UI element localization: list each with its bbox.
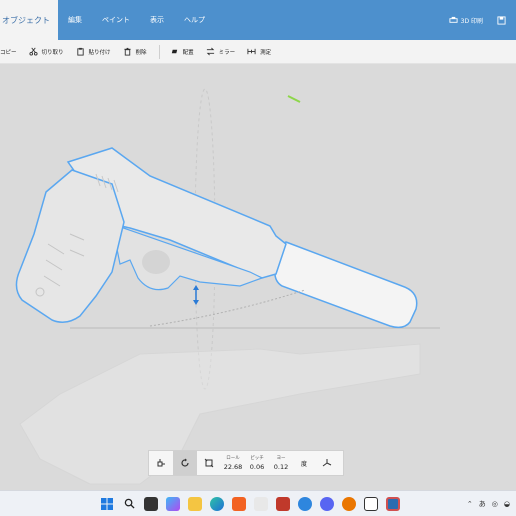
globe-icon[interactable]: ◎ [492,500,498,508]
3d-canvas[interactable] [0,64,516,490]
red-app-icon[interactable] [276,496,290,511]
chevron-up-icon[interactable]: ⌃ [467,500,473,508]
yaw-field[interactable]: ヨー 0.12 [269,455,293,471]
windows-start-icon[interactable] [100,497,114,511]
paint-3d-icon[interactable] [386,496,400,511]
axes-icon [322,459,332,467]
blue-app-icon[interactable] [298,496,312,511]
rotation-handle-green[interactable] [287,95,301,103]
toolbar-divider [158,44,160,59]
pitch-field[interactable]: ピッチ 0.06 [245,455,269,471]
delete-label: 削除 [135,49,147,56]
discord-icon[interactable] [320,496,334,511]
move-mode-button[interactable] [149,451,173,475]
toolbar: コピー 切り取り 貼り付け 削除 配置 ミラー 測定 [0,40,516,64]
copy-label: コピー [0,49,17,56]
place-icon [171,49,177,54]
paste-button[interactable]: 貼り付け [76,47,111,56]
tab-paint[interactable]: ペイント [92,0,140,40]
unit-label: 度 [300,460,307,468]
save-button[interactable] [497,15,506,25]
move-gizmo-icon[interactable] [193,285,199,305]
printer-icon [449,16,458,23]
scale-icon [204,458,214,468]
menu-bar: オブジェクト 編集 ペイント 表示 ヘルプ 3D 印刷 [0,0,516,40]
rotate-icon [181,458,189,467]
pitch-value: 0.06 [249,463,265,471]
yaw-value: 0.12 [273,463,289,471]
pitch-label: ピッチ [250,456,264,461]
mirror-button[interactable]: ミラー [206,47,236,56]
clipboard-icon [76,47,84,56]
menubar-right: 3D 印刷 [449,0,516,40]
mirror-icon [206,47,214,56]
tab-view[interactable]: 表示 [140,0,174,40]
print-3d-label: 3D 印刷 [460,17,483,25]
roll-field[interactable]: ロール 22.68 [221,455,245,471]
tab-edit[interactable]: 編集 [58,0,92,40]
rotation-guide-horizontal [149,289,306,327]
measure-icon [247,48,256,55]
rotate-mode-button[interactable] [173,451,197,475]
mirror-label: ミラー [218,49,236,56]
scene [15,88,440,485]
file-explorer-icon[interactable] [188,496,202,511]
save-icon [497,15,506,25]
print-3d-button[interactable]: 3D 印刷 [449,16,483,25]
network-icon[interactable]: ◒ [504,500,510,508]
pistol-model[interactable] [15,147,418,329]
system-tray: ⌃ あ ◎ ◒ [467,499,516,509]
search-icon[interactable] [122,497,136,511]
edge-icon[interactable] [210,496,224,511]
cut-label: 切り取り [41,49,64,56]
cut-button[interactable]: 切り取り [28,47,64,56]
notion-icon[interactable] [364,496,378,511]
trigger-guard-hole [142,250,170,274]
roll-value: 22.68 [223,463,243,471]
measure-button[interactable]: 測定 [247,47,271,56]
move-icon [157,459,165,467]
ime-indicator[interactable]: あ [479,499,486,509]
copy-button[interactable]: コピー [0,48,17,56]
yaw-label: ヨー [276,456,286,461]
slack-icon[interactable] [254,496,268,511]
measure-label: 測定 [260,49,272,56]
suppressor [274,241,418,329]
scale-mode-button[interactable] [197,451,221,475]
blender-icon[interactable] [342,496,356,511]
delete-button[interactable]: 削除 [123,47,147,56]
taskbar: ⌃ あ ◎ ◒ [0,490,516,516]
place-label: 配置 [182,49,194,56]
grip [15,169,125,323]
paste-label: 貼り付け [88,49,111,56]
roll-label: ロール [226,456,240,461]
scissors-icon [28,47,38,56]
trash-icon [123,47,131,56]
copilot-icon[interactable] [166,496,180,511]
tab-object[interactable]: オブジェクト [0,0,58,40]
task-view-icon[interactable] [144,496,158,511]
brave-icon[interactable] [232,496,246,511]
tab-help[interactable]: ヘルプ [174,0,215,40]
transform-panel: ロール 22.68 ピッチ 0.06 ヨー 0.12 度 [148,450,344,476]
gizmo-options-button[interactable] [315,451,339,475]
place-button[interactable]: 配置 [170,47,194,56]
